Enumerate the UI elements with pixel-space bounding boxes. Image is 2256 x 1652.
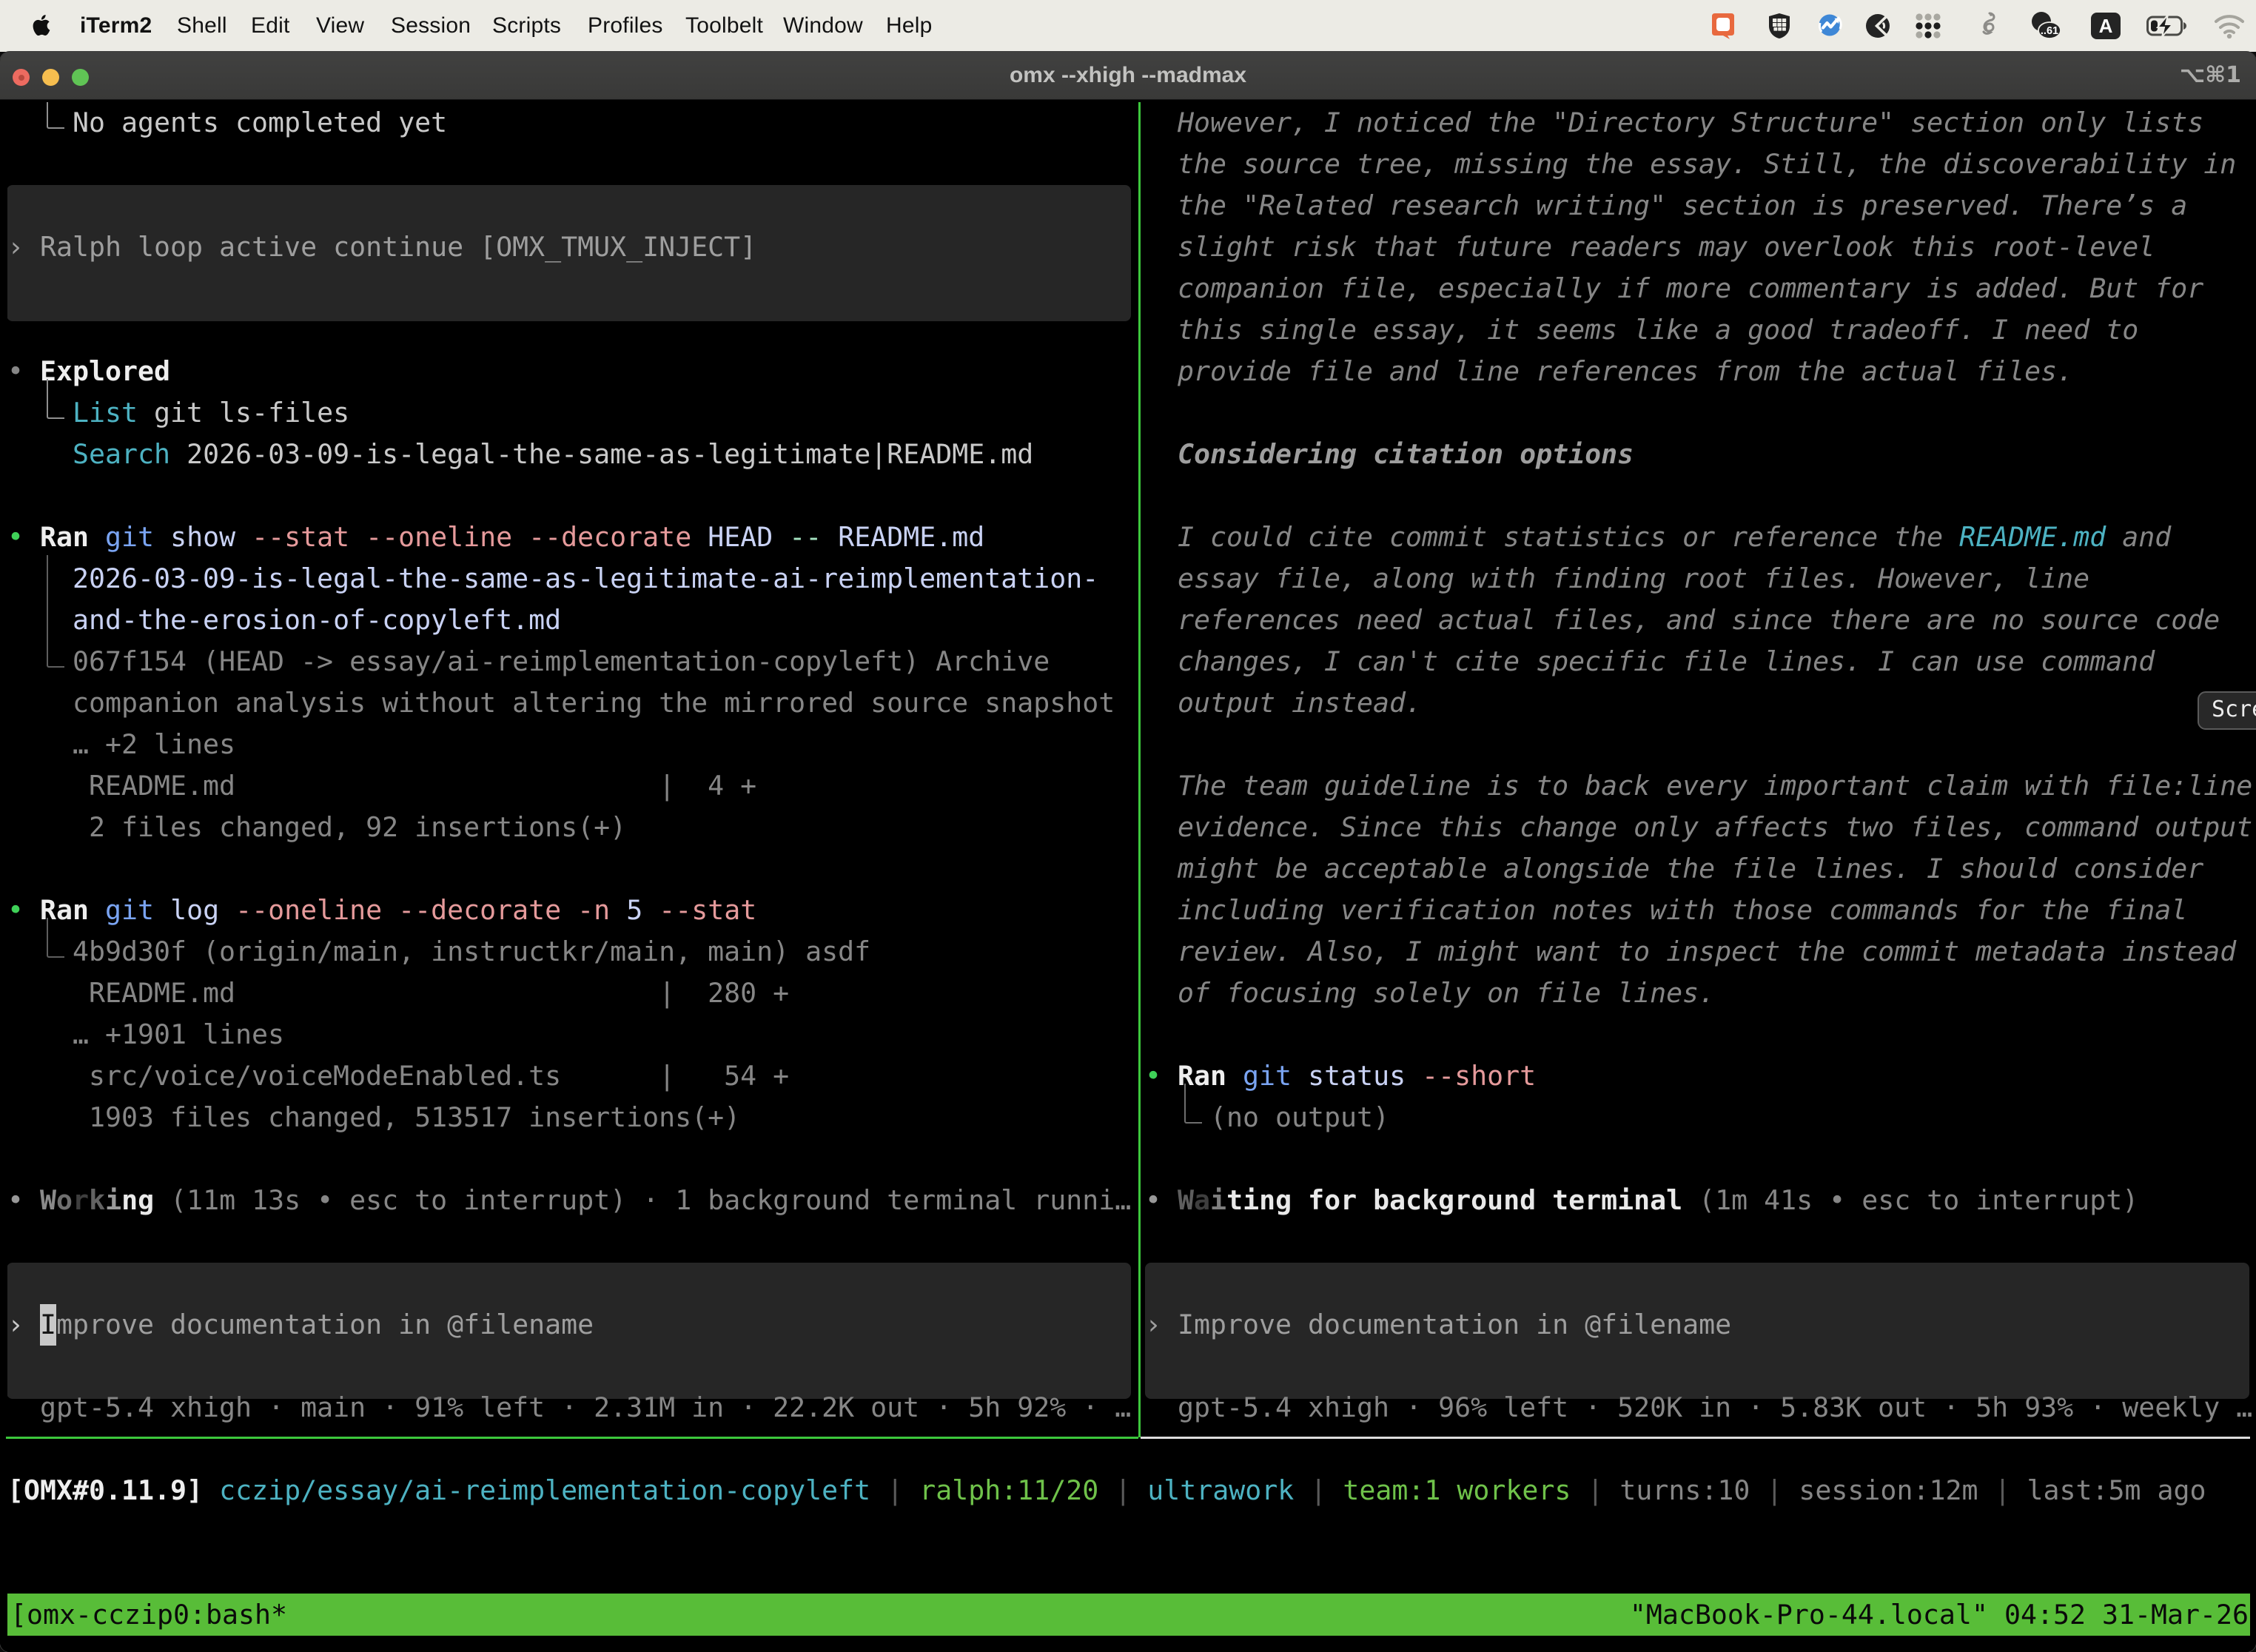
terminal-line: • Waiting for background terminal (1m 41…: [1145, 1180, 2138, 1221]
shield-grid-icon[interactable]: [1767, 13, 1791, 39]
status-segment: cczip/essay/ai-reimplementation-copyleft: [219, 1474, 870, 1506]
zoom-button[interactable]: [72, 69, 89, 86]
terminal-line: gpt-5.4 xhigh · 96% left · 520K in · 5.8…: [1145, 1387, 2252, 1428]
keyboard-layout-label: A: [2099, 15, 2113, 37]
status-segment: team:1 workers: [1343, 1474, 1571, 1506]
tmux-pane-divider[interactable]: [1138, 102, 1141, 1437]
terminal-line: provide file and line references from th…: [1145, 351, 2073, 392]
pane-border-bottom-left: [6, 1437, 1138, 1439]
terminal-line: gpt-5.4 xhigh · main · 91% left · 2.31M …: [7, 1387, 1131, 1428]
status-segment: session:12m: [1799, 1474, 1978, 1506]
terminal-line: › Ralph loop active continue [OMX_TMUX_I…: [7, 226, 756, 268]
macos-menu-bar: iTerm2ShellEditViewSessionScriptsProfile…: [0, 0, 2256, 52]
terminal-line: 2 files changed, 92 insertions(+): [7, 807, 626, 848]
tmux-status-bar: [omx-cczip0:bash* "MacBook-Pro-44.local"…: [7, 1594, 2250, 1636]
terminal-line: 4b9d30f (origin/main, instructkr/main, m…: [7, 931, 870, 973]
terminal-line: I could cite commit statistics or refere…: [1145, 517, 2171, 558]
tmux-pane-left[interactable]: No agents completed yet › Ralph loop acti…: [7, 102, 1138, 1428]
status-segment: |: [1294, 1474, 1343, 1506]
terminal-line: • Ran git show --stat --oneline --decora…: [7, 517, 984, 558]
menubar-status-icons: ..61 A: [0, 0, 2256, 52]
terminal-line: › Improve documentation in @filename: [1145, 1304, 1731, 1346]
terminal-line: • Explored: [7, 351, 170, 392]
terminal-line: evidence. Since this change only affects…: [1145, 807, 2252, 848]
minimize-button[interactable]: [42, 69, 59, 86]
seahorse-icon[interactable]: [1978, 11, 1997, 41]
cloud-badge-label: ..61: [2041, 25, 2058, 37]
terminal-line: the "Related research writing" section i…: [1145, 185, 2187, 226]
wifi-icon[interactable]: [2213, 13, 2246, 38]
terminal[interactable]: No agents completed yet › Ralph loop acti…: [0, 100, 2256, 1652]
terminal-line: companion analysis without altering the …: [7, 682, 1115, 724]
terminal-line: README.md | 4 +: [7, 765, 756, 807]
status-segment: |: [1978, 1474, 2027, 1506]
terminal-line: • Ran git log --oneline --decorate -n 5 …: [7, 890, 756, 931]
terminal-line: README.md | 280 +: [7, 973, 789, 1014]
status-segment: [203, 1474, 219, 1506]
terminal-line: 067f154 (HEAD -> essay/ai-reimplementati…: [7, 641, 1050, 682]
iterm2-window: omx --xhigh --madmax ⌥⌘1 No agents compl…: [0, 52, 2256, 1652]
terminal-line: the source tree, missing the essay. Stil…: [1145, 144, 2236, 185]
window-titlebar[interactable]: omx --xhigh --madmax ⌥⌘1: [0, 52, 2256, 100]
status-segment: |: [870, 1474, 919, 1506]
terminal-line: However, I noticed the "Directory Struct…: [1145, 102, 2203, 144]
terminal-line: • Working (11m 13s • esc to interrupt) ·…: [7, 1180, 1131, 1221]
tmux-pane-right[interactable]: However, I noticed the "Directory Struct…: [1145, 102, 2256, 1428]
terminal-line: … +1901 lines: [7, 1014, 284, 1055]
status-segment: |: [1571, 1474, 1619, 1506]
terminal-line: and-the-erosion-of-copyleft.md: [7, 600, 561, 641]
screen-overlay-pill[interactable]: Screen: [2198, 691, 2256, 730]
status-segment: [OMX#0.11.9]: [7, 1474, 203, 1506]
cloud-badge-icon[interactable]: ..61: [2030, 11, 2062, 41]
terminal-line: this single essay, it seems like a good …: [1145, 309, 2138, 351]
window-shortcut-badge: ⌥⌘1: [2180, 52, 2241, 99]
camera-circle-icon[interactable]: [1865, 13, 1890, 38]
terminal-line: (no output): [1145, 1097, 1389, 1138]
screen: iTerm2ShellEditViewSessionScriptsProfile…: [0, 0, 2256, 1652]
terminal-line: 2026-03-09-is-legal-the-same-as-legitima…: [7, 558, 1098, 600]
terminal-line: slight risk that future readers may over…: [1145, 226, 2155, 268]
terminal-line: Considering citation options: [1145, 434, 1634, 475]
close-button[interactable]: [13, 69, 30, 86]
status-segment: turns:10: [1619, 1474, 1750, 1506]
terminal-line: Search 2026-03-09-is-legal-the-same-as-l…: [7, 434, 1033, 475]
activity-blue-icon[interactable]: [1817, 13, 1844, 39]
omx-status-line: [OMX#0.11.9] cczip/essay/ai-reimplementa…: [7, 1470, 2206, 1511]
terminal-line: changes, I can't cite specific file line…: [1145, 641, 2155, 682]
status-segment: last:5m ago: [2027, 1474, 2206, 1506]
status-segment: ralph:11/20: [919, 1474, 1098, 1506]
terminal-line: of focusing solely on file lines.: [1145, 973, 1715, 1014]
terminal-line: companion file, especially if more comme…: [1145, 268, 2203, 309]
terminal-line: … +2 lines: [7, 724, 235, 765]
terminal-line: 1903 files changed, 513517 insertions(+): [7, 1097, 740, 1138]
cursor-block[interactable]: I: [40, 1304, 56, 1346]
terminal-line: src/voice/voiceModeEnabled.ts | 54 +: [7, 1055, 789, 1097]
keyboard-layout-icon[interactable]: A: [2090, 12, 2121, 40]
terminal-line: references need actual files, and since …: [1145, 600, 2220, 641]
status-segment: |: [1750, 1474, 1799, 1506]
terminal-line: output instead.: [1145, 682, 1422, 724]
status-segment: ultrawork: [1147, 1474, 1294, 1506]
tmux-host-clock: "MacBook-Pro-44.local" 04:52 31-Mar-26: [1630, 1594, 2249, 1636]
window-title: omx --xhigh --madmax: [1010, 52, 1246, 99]
terminal-line: No agents completed yet: [7, 102, 447, 144]
terminal-line: including verification notes with those …: [1145, 890, 2187, 931]
terminal-line: essay file, along with finding root file…: [1145, 558, 2089, 600]
chat-app-icon[interactable]: [1711, 13, 1735, 39]
terminal-line: might be acceptable alongside the file l…: [1145, 848, 2203, 890]
terminal-line: › Improve documentation in @filename: [7, 1304, 594, 1346]
pane-border-bottom-right: [1141, 1437, 2250, 1439]
tmux-session-label: [omx-cczip0:bash*: [10, 1594, 287, 1636]
terminal-line: • Ran git status --short: [1145, 1055, 1536, 1097]
terminal-line: review. Also, I might want to inspect th…: [1145, 931, 2236, 973]
battery-charging-icon[interactable]: [2146, 15, 2188, 37]
dots-grid-icon[interactable]: [1914, 12, 1942, 40]
terminal-line: List git ls-files: [7, 392, 349, 434]
terminal-line: The team guideline is to back every impo…: [1145, 765, 2252, 807]
screen-overlay-label: Screen: [2212, 696, 2256, 722]
status-segment: |: [1098, 1474, 1147, 1506]
